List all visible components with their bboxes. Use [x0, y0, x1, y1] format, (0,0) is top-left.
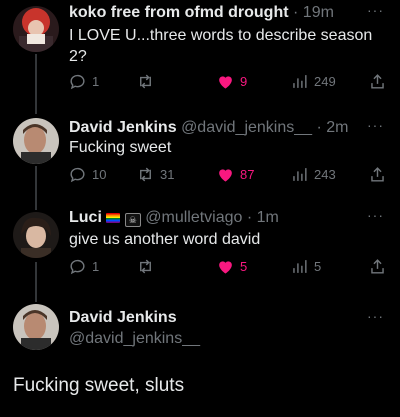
more-icon[interactable]: ··· — [367, 2, 384, 18]
views-count: 243 — [314, 167, 336, 182]
share-icon — [371, 74, 384, 89]
main-tweet-handle[interactable]: @david_jenkins__ — [69, 329, 372, 349]
tweet-header: koko free from ofmd drought · 19m — [69, 3, 372, 23]
tweet-text: Fucking sweet — [69, 139, 172, 156]
handle[interactable]: @mulletviago — [145, 209, 242, 226]
views-icon — [293, 75, 307, 88]
more-icon[interactable]: ··· — [367, 308, 384, 324]
retweet-icon — [140, 74, 151, 89]
tweet-actions: 1 5 5 — [68, 257, 386, 279]
reply-count: 1 — [92, 74, 100, 89]
heart-icon — [219, 261, 232, 274]
time-value: 1m — [256, 209, 279, 226]
pirate-flag-icon: ☠ — [124, 213, 141, 227]
timestamp[interactable]: · 19m — [293, 4, 334, 21]
avatar[interactable] — [13, 118, 59, 164]
share-icon — [371, 167, 384, 182]
tweet-header: David Jenkins @david_jenkins__ · 2m — [69, 118, 372, 138]
avatar[interactable] — [13, 212, 59, 258]
reply-count: 10 — [92, 167, 107, 182]
like-count: 5 — [240, 259, 248, 274]
tweet-text: give us another word david — [69, 231, 261, 248]
rainbow-flag-icon — [106, 213, 121, 223]
like-button[interactable]: 9 — [216, 72, 247, 91]
handle[interactable]: @david_jenkins__ — [181, 119, 312, 136]
views-icon — [293, 168, 307, 181]
thread-line — [35, 262, 37, 302]
reply-button[interactable]: 10 — [68, 165, 106, 184]
reply-icon — [70, 167, 85, 183]
like-count: 9 — [240, 74, 248, 89]
views-count: 249 — [314, 74, 336, 89]
more-icon[interactable]: ··· — [367, 117, 384, 133]
retweet-button[interactable] — [136, 257, 160, 276]
time-value: 19m — [302, 4, 334, 21]
views-button[interactable]: 249 — [290, 72, 336, 91]
share-button[interactable] — [368, 72, 387, 91]
main-tweet-name[interactable]: David Jenkins — [69, 308, 372, 328]
display-name[interactable]: David Jenkins — [69, 119, 177, 136]
reply-icon — [70, 259, 85, 275]
main-tweet-text: Fucking sweet, sluts — [13, 375, 185, 396]
tweet-actions: 1 9 249 — [68, 72, 386, 94]
views-button[interactable]: 5 — [290, 257, 321, 276]
more-icon[interactable]: ··· — [367, 207, 384, 223]
time-value: 2m — [326, 119, 349, 136]
share-button[interactable] — [368, 257, 387, 276]
reply-icon — [70, 74, 85, 90]
retweet-button[interactable] — [136, 72, 160, 91]
timestamp[interactable]: · 1m — [242, 209, 279, 226]
tweet-actions: 10 31 87 243 — [68, 165, 386, 187]
thread-line — [35, 54, 37, 114]
views-count: 5 — [314, 259, 322, 274]
views-icon — [293, 260, 307, 273]
heart-icon — [219, 76, 232, 89]
like-count: 87 — [240, 167, 255, 182]
like-button[interactable]: 5 — [216, 257, 247, 276]
retweet-icon — [140, 167, 151, 182]
display-name[interactable]: David Jenkins — [69, 309, 177, 326]
retweet-button[interactable]: 31 — [136, 165, 174, 184]
heart-icon — [219, 169, 232, 182]
tweet-header: Luci ☠ @mulletviago · 1m — [69, 208, 372, 228]
thread-line — [35, 166, 37, 210]
like-button[interactable]: 87 — [216, 165, 254, 184]
reply-button[interactable]: 1 — [68, 257, 99, 276]
reply-count: 1 — [92, 259, 100, 274]
timestamp[interactable]: · 2m — [312, 119, 349, 136]
share-button[interactable] — [368, 165, 387, 184]
views-button[interactable]: 243 — [290, 165, 336, 184]
avatar[interactable] — [13, 6, 59, 52]
display-name[interactable]: Luci — [69, 209, 102, 226]
retweet-icon — [140, 259, 151, 274]
reply-button[interactable]: 1 — [68, 72, 99, 91]
tweet-text: I LOVE U...three words to describe seaso… — [69, 27, 373, 65]
retweet-count: 31 — [160, 167, 175, 182]
display-name[interactable]: koko free from ofmd drought — [69, 4, 289, 21]
share-icon — [371, 259, 384, 274]
avatar[interactable] — [13, 304, 59, 350]
